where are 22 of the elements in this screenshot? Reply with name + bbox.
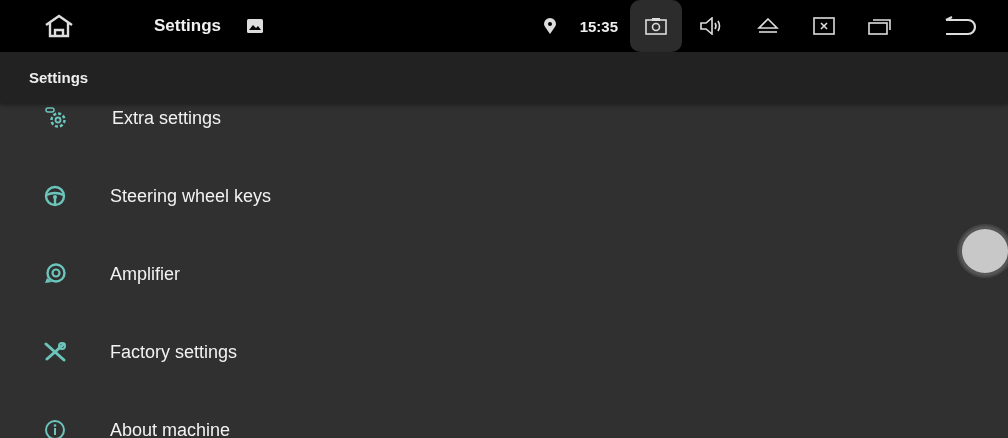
home-icon[interactable] bbox=[44, 14, 74, 38]
close-icon bbox=[813, 17, 835, 35]
speaker-icon bbox=[44, 263, 66, 285]
settings-list-item[interactable]: Steering wheel keys bbox=[0, 157, 900, 235]
settings-list-item[interactable]: About machine bbox=[0, 391, 900, 438]
camera-button[interactable] bbox=[630, 0, 682, 52]
location-pin-icon bbox=[543, 18, 556, 34]
app-title: Settings bbox=[154, 16, 222, 36]
header-title: Settings bbox=[29, 69, 89, 86]
settings-list-item[interactable]: Amplifier bbox=[0, 235, 900, 313]
camera-icon bbox=[645, 17, 667, 35]
settings-list-item[interactable]: Extra settings bbox=[0, 103, 900, 157]
back-icon[interactable] bbox=[944, 16, 978, 36]
recent-apps-icon bbox=[868, 17, 892, 35]
eject-icon bbox=[757, 18, 779, 34]
steering-wheel-icon bbox=[44, 185, 66, 207]
image-icon[interactable] bbox=[247, 19, 264, 33]
gear-icon bbox=[44, 107, 68, 129]
tools-icon bbox=[44, 342, 66, 362]
settings-list-item[interactable]: Factory settings bbox=[0, 313, 900, 391]
clock-time: 15:35 bbox=[579, 17, 618, 35]
info-icon bbox=[44, 419, 66, 438]
